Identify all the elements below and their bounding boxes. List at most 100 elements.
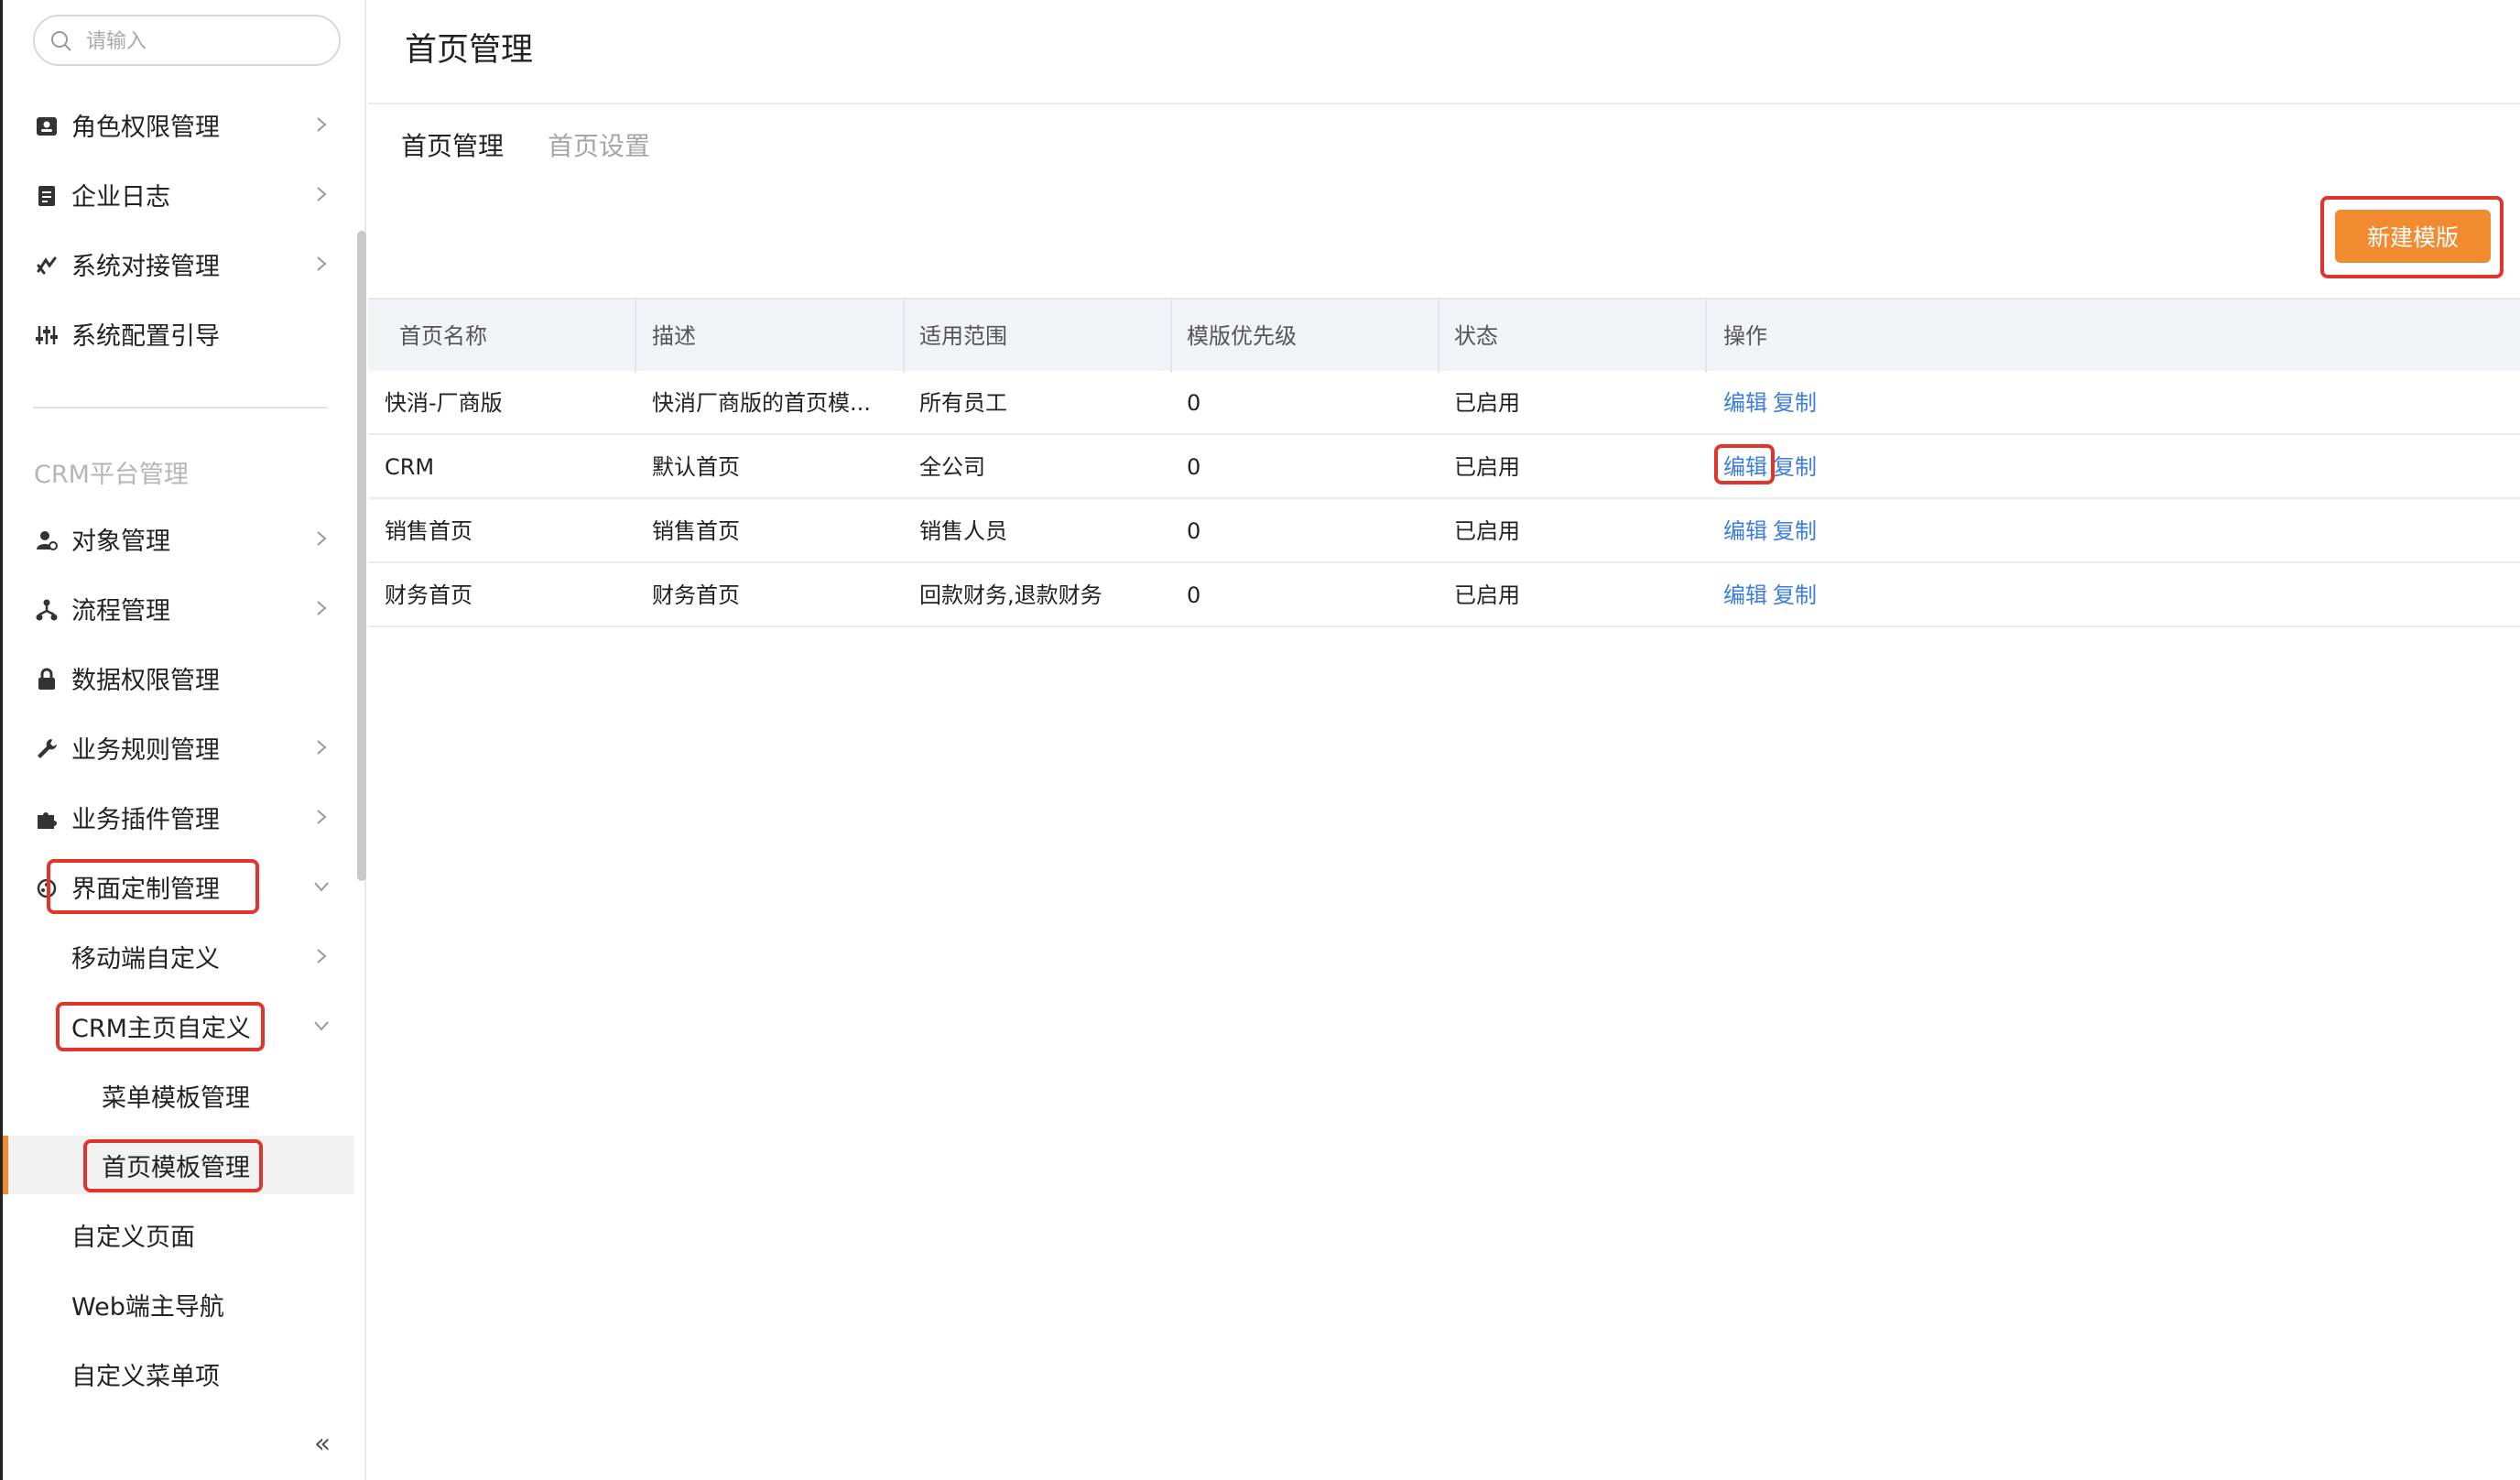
cell-status: 已启用 (1454, 454, 1520, 480)
sidebar-item-data-permission[interactable]: 数据权限管理 (3, 648, 354, 707)
cell-scope: 回款财务,退款财务 (919, 582, 1102, 608)
sidebar-item-label: 企业日志 (71, 182, 170, 212)
chevron-right-icon (317, 531, 327, 546)
chevron-down-icon (314, 882, 329, 892)
highlight-box (83, 1139, 263, 1192)
collapse-sidebar-icon[interactable]: « (309, 1431, 336, 1458)
link-icon (37, 256, 57, 275)
header-divider (368, 103, 2520, 104)
sidebar-item-label: 数据权限管理 (71, 666, 220, 695)
column-header: 首页名称 (399, 323, 487, 349)
cell-priority: 0 (1187, 454, 1201, 480)
sidebar-item-business-rules[interactable]: 业务规则管理 (3, 718, 354, 777)
chevron-right-icon (317, 740, 327, 755)
column-divider (1170, 299, 1172, 373)
copy-link[interactable]: 复制 (1773, 499, 1817, 563)
tab-home-settings[interactable]: 首页设置 (548, 126, 650, 163)
table-row: 快消-厂商版 快消厂商版的首页模... 所有员工 0 已启用 编辑 复制 (368, 371, 2520, 435)
tab-home-management[interactable]: 首页管理 (401, 126, 504, 163)
templates-table: 首页名称 描述 适用范围 模版优先级 状态 操作 快消-厂商版 快消厂商版的首页… (368, 298, 2520, 627)
cell-desc: 快消厂商版的首页模... (652, 390, 871, 416)
cell-name: 快消-厂商版 (385, 390, 503, 416)
table-header: 首页名称 描述 适用范围 模版优先级 状态 操作 (368, 298, 2520, 373)
sidebar-item-role-permission[interactable]: 角色权限管理 (3, 95, 354, 154)
sidebar-item-label: 流程管理 (71, 596, 170, 626)
column-header: 描述 (652, 323, 696, 349)
highlight-box (1714, 444, 1775, 484)
chevron-right-icon (317, 810, 327, 824)
chevron-right-icon (317, 117, 327, 132)
page-title: 首页管理 (405, 32, 534, 69)
sidebar-item-custom-menu[interactable]: 自定义菜单项 (3, 1344, 354, 1403)
highlight-box (47, 859, 259, 914)
id-card-icon (37, 117, 57, 136)
sidebar-item-system-integration[interactable]: 系统对接管理 (3, 234, 354, 293)
edit-link[interactable]: 编辑 (1723, 499, 1767, 563)
cell-scope: 所有员工 (919, 390, 1007, 416)
wrench-icon (38, 739, 57, 758)
cell-status: 已启用 (1454, 390, 1520, 416)
sidebar-item-label: 业务规则管理 (71, 735, 220, 765)
section-title-crm-platform: CRM平台管理 (34, 461, 189, 489)
sidebar-item-object-management[interactable]: 对象管理 (3, 509, 354, 568)
edit-link[interactable]: 编辑 (1723, 563, 1767, 627)
sidebar-item-enterprise-log[interactable]: 企业日志 (3, 165, 354, 223)
cell-scope: 全公司 (919, 454, 985, 480)
table-row: 销售首页 销售首页 销售人员 0 已启用 编辑 复制 (368, 499, 2520, 563)
cell-name: CRM (385, 454, 435, 480)
sidebar-item-mobile-custom[interactable]: 移动端自定义 (3, 927, 354, 985)
sidebar-item-custom-page[interactable]: 自定义页面 (3, 1205, 354, 1264)
search-input[interactable] (86, 24, 324, 59)
sliders-icon (36, 326, 58, 344)
copy-link[interactable]: 复制 (1773, 371, 1817, 435)
sidebar-item-menu-template[interactable]: 菜单模板管理 (3, 1066, 354, 1125)
cell-priority: 0 (1187, 582, 1201, 608)
search-box[interactable] (33, 15, 341, 66)
sidebar-item-label: 系统对接管理 (71, 252, 220, 281)
column-header: 模版优先级 (1187, 323, 1297, 349)
chevron-right-icon (317, 187, 327, 201)
edit-link[interactable]: 编辑 (1723, 371, 1767, 435)
chevron-right-icon (317, 256, 327, 271)
sidebar-item-label: 角色权限管理 (71, 113, 220, 142)
lock-icon (38, 668, 55, 690)
main-content: 首页管理 首页管理 首页设置 新建模版 首页名称 描述 适用范围 模版优先级 状… (368, 0, 2520, 1480)
cell-status: 已启用 (1454, 582, 1520, 608)
cell-scope: 销售人员 (919, 518, 1007, 544)
table-row: 财务首页 财务首页 回款财务,退款财务 0 已启用 编辑 复制 (368, 563, 2520, 627)
sidebar-item-label: 业务插件管理 (71, 805, 220, 834)
cell-name: 财务首页 (385, 582, 472, 608)
copy-link[interactable]: 复制 (1773, 563, 1817, 627)
copy-link[interactable]: 复制 (1773, 435, 1817, 499)
user-gear-icon (37, 531, 58, 550)
table-row: CRM 默认首页 全公司 0 已启用 编辑 复制 (368, 435, 2520, 499)
sidebar-item-business-plugins[interactable]: 业务插件管理 (3, 788, 354, 846)
cell-priority: 0 (1187, 390, 1201, 416)
cell-desc: 默认首页 (652, 454, 740, 480)
cell-desc: 财务首页 (652, 582, 740, 608)
search-icon (51, 31, 71, 51)
chevron-right-icon (317, 949, 327, 963)
sidebar-item-web-nav[interactable]: Web端主导航 (3, 1275, 354, 1333)
sidebar-item-process-management[interactable]: 流程管理 (3, 579, 354, 637)
sidebar-item-label: 系统配置引导 (71, 321, 220, 351)
cell-status: 已启用 (1454, 518, 1520, 544)
column-divider (1438, 299, 1439, 373)
column-header: 状态 (1454, 323, 1498, 349)
sidebar-scrollbar[interactable] (357, 231, 366, 881)
sidebar-item-label: 对象管理 (71, 527, 170, 556)
cell-name: 销售首页 (385, 518, 472, 544)
flow-icon (36, 599, 58, 621)
sidebar-item-label: 菜单模板管理 (102, 1083, 250, 1113)
sidebar-item-label: 自定义页面 (71, 1223, 195, 1252)
document-icon (38, 186, 55, 206)
sidebar-divider (33, 407, 328, 408)
highlight-box (56, 1002, 265, 1051)
sidebar-item-system-config-guide[interactable]: 系统配置引导 (3, 304, 354, 363)
chevron-right-icon (317, 601, 327, 615)
sidebar: 角色权限管理 企业日志 系统对接管理 系统配置引导 CRM平台管理 对象管理 流… (0, 0, 366, 1480)
column-divider (1705, 299, 1707, 373)
cell-desc: 销售首页 (652, 518, 740, 544)
column-divider (635, 299, 636, 373)
sidebar-item-label: 自定义菜单项 (71, 1362, 220, 1391)
